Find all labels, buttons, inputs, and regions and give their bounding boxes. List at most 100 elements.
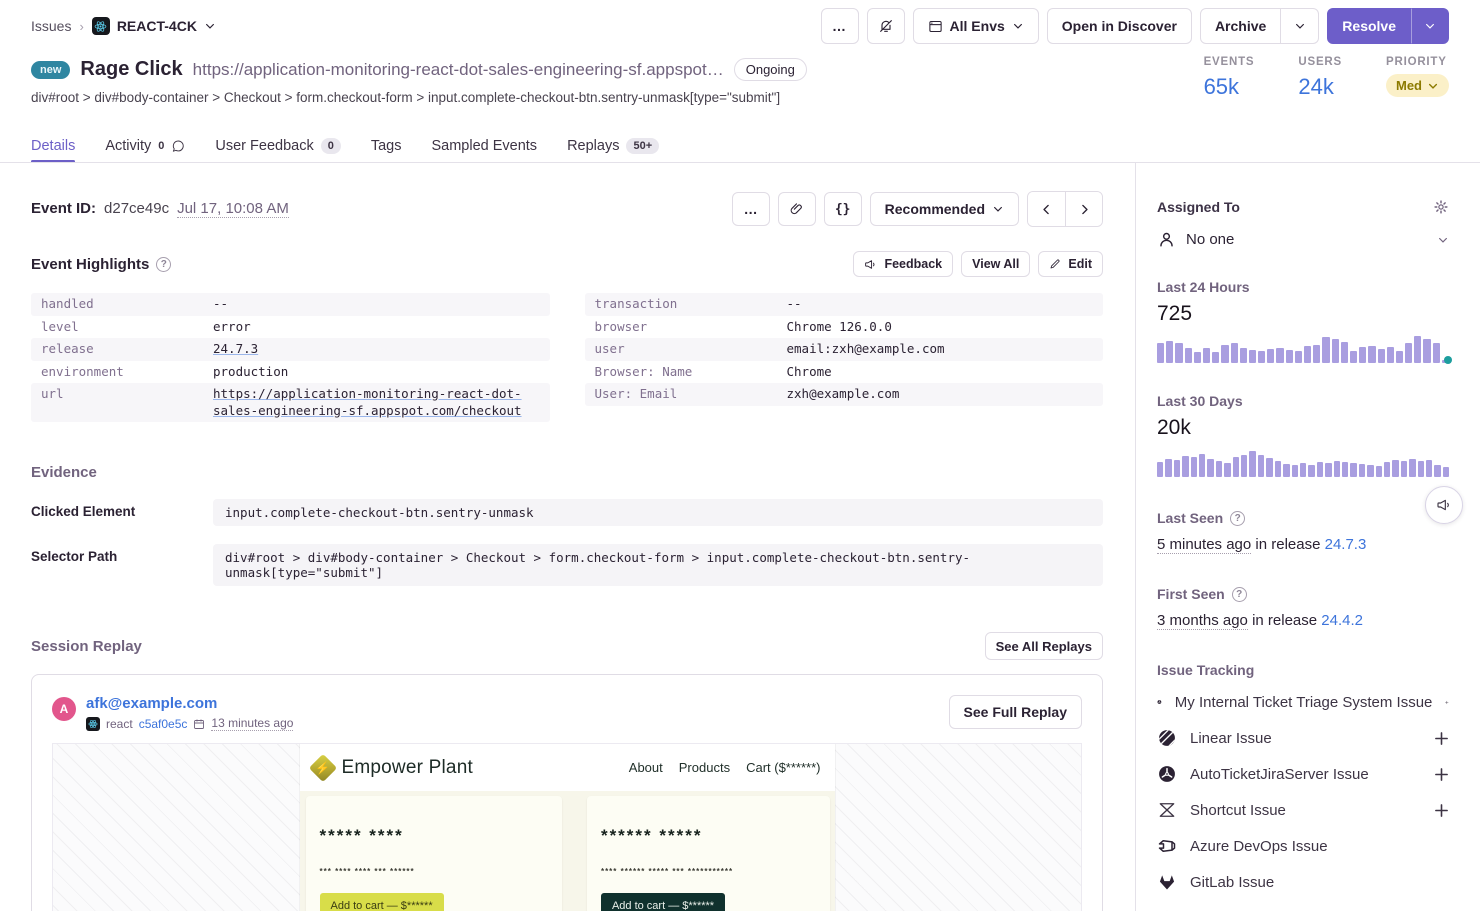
event-json-button[interactable]: {} <box>824 192 862 226</box>
tab-tags-label: Tags <box>371 138 402 154</box>
issue-title: Rage Click <box>80 58 182 81</box>
edit-highlights-button[interactable]: Edit <box>1038 251 1103 277</box>
plus-icon[interactable] <box>1434 803 1449 818</box>
last-seen-header: Last Seen ? <box>1157 510 1449 526</box>
help-icon[interactable]: ? <box>1230 511 1245 526</box>
gear-icon[interactable] <box>1433 199 1449 215</box>
replay-meta-row: react c5af0e5c 13 minutes ago <box>86 716 293 731</box>
main-content: Event ID: d27ce49c Jul 17, 10:08 AM … {}… <box>0 163 1135 911</box>
next-event-button[interactable] <box>1065 192 1102 226</box>
more-actions-button[interactable]: … <box>821 8 859 44</box>
event-highlights-title-group: Event Highlights ? <box>31 256 171 273</box>
resolve-label: Resolve <box>1342 18 1396 34</box>
project-selector[interactable]: REACT-4CK <box>92 17 216 35</box>
replay-time-ago[interactable]: 13 minutes ago <box>211 716 293 731</box>
archive-dropdown-button[interactable] <box>1281 8 1319 44</box>
chevron-down-icon <box>1294 20 1306 32</box>
events-stat-value[interactable]: 65k <box>1204 74 1255 100</box>
help-icon[interactable]: ? <box>1232 587 1247 602</box>
kv-key: level <box>41 319 213 336</box>
tab-sampled-events[interactable]: Sampled Events <box>431 129 537 162</box>
replay-preview[interactable]: Empower Plant About Products Cart ($****… <box>52 743 1082 911</box>
top-bar: Issues › REACT-4CK … All Envs Open in Di… <box>31 8 1449 44</box>
tab-tags[interactable]: Tags <box>371 129 402 162</box>
archive-split-button: Archive <box>1200 8 1319 44</box>
see-full-replay-button[interactable]: See Full Replay <box>949 695 1082 729</box>
kv-key: user <box>595 341 787 358</box>
replay-id-link[interactable]: c5af0e5c <box>139 717 188 731</box>
issue-stats: EVENTS 65k USERS 24k PRIORITY Med <box>1204 56 1449 100</box>
issue-tracking-label: GitLab Issue <box>1190 874 1449 891</box>
tab-user-feedback[interactable]: User Feedback 0 <box>215 129 340 162</box>
kv-key: browser <box>595 319 787 336</box>
mute-notifications-button[interactable] <box>867 8 905 44</box>
first-seen-time[interactable]: 3 months ago <box>1157 612 1248 630</box>
help-icon[interactable]: ? <box>156 257 171 272</box>
event-attachments-button[interactable] <box>778 192 816 226</box>
tab-replays-label: Replays <box>567 138 619 154</box>
kv-value: zxh@example.com <box>787 386 1094 403</box>
table-row: Browser: NameChrome <box>585 361 1104 384</box>
last-seen-release-link[interactable]: 24.7.3 <box>1325 536 1367 553</box>
feedback-button[interactable]: Feedback <box>853 251 953 277</box>
event-id-group: Event ID: d27ce49c Jul 17, 10:08 AM <box>31 200 289 218</box>
tab-replays[interactable]: Replays 50+ <box>567 129 659 162</box>
kv-value: email:zxh@example.com <box>787 341 1094 358</box>
chevron-left-icon <box>1040 203 1053 216</box>
new-badge: new <box>31 61 70 79</box>
view-all-button[interactable]: View All <box>961 251 1030 277</box>
resolve-dropdown-button[interactable] <box>1411 8 1449 44</box>
ellipsis-icon: … <box>744 201 758 217</box>
issue-tracking-item-jira[interactable]: Jira Issue <box>1157 900 1449 911</box>
open-in-discover-button[interactable]: Open in Discover <box>1047 8 1192 44</box>
breadcrumb-separator: › <box>79 19 83 34</box>
chevron-down-icon <box>204 20 216 32</box>
resolve-button[interactable]: Resolve <box>1327 8 1411 44</box>
users-stat-value[interactable]: 24k <box>1298 74 1342 100</box>
first-seen-release-link[interactable]: 24.4.2 <box>1321 612 1363 629</box>
tab-activity[interactable]: Activity 0 <box>105 129 185 162</box>
issue-tracking-label: AutoTicketJiraServer Issue <box>1190 766 1421 783</box>
last-seen-joiner: in release <box>1251 536 1324 553</box>
resolve-split-button: Resolve <box>1327 8 1449 44</box>
tab-details[interactable]: Details <box>31 129 75 162</box>
tab-user-feedback-label: User Feedback <box>215 138 313 154</box>
plus-icon[interactable] <box>1445 695 1449 710</box>
event-sort-dropdown[interactable]: Recommended <box>870 192 1019 226</box>
floating-feedback-button[interactable] <box>1425 486 1463 524</box>
kv-key: transaction <box>595 296 787 313</box>
kv-value: production <box>213 364 540 381</box>
issue-title-line: new Rage Click https://application-monit… <box>31 58 971 81</box>
issue-tracking-item-azure-devops[interactable]: Azure DevOps Issue <box>1157 828 1449 864</box>
breadcrumb: Issues › REACT-4CK <box>31 17 216 35</box>
release-link[interactable]: 24.7.3 <box>213 341 540 358</box>
event-more-button[interactable]: … <box>732 192 770 226</box>
evidence-heading: Evidence <box>31 464 1103 481</box>
archive-button[interactable]: Archive <box>1200 8 1281 44</box>
plus-icon[interactable] <box>1434 731 1449 746</box>
priority-dropdown[interactable]: Med <box>1386 74 1449 97</box>
highlights-table-left: handled-- levelerror release24.7.3 envir… <box>31 293 550 422</box>
issue-tracking-item-autoticket-jiraserver[interactable]: AutoTicketJiraServer Issue <box>1157 756 1449 792</box>
last-seen-time[interactable]: 5 minutes ago <box>1157 536 1251 554</box>
issue-tracking-item-linear[interactable]: Linear Issue <box>1157 720 1449 756</box>
plus-icon[interactable] <box>1434 767 1449 782</box>
assignee-dropdown[interactable]: No one <box>1157 230 1449 249</box>
issue-tracking-item-shortcut[interactable]: Shortcut Issue <box>1157 792 1449 828</box>
tab-details-label: Details <box>31 138 75 154</box>
environment-filter-button[interactable]: All Envs <box>913 8 1039 44</box>
breadcrumb-issues-link[interactable]: Issues <box>31 18 71 34</box>
issue-tracking-item-internal-triage[interactable]: My Internal Ticket Triage System Issue <box>1157 684 1449 720</box>
issue-tabs: Details Activity 0 User Feedback 0 Tags … <box>31 129 659 162</box>
azure-devops-icon <box>1157 836 1177 856</box>
previous-event-button[interactable] <box>1028 192 1065 226</box>
last-30-days-chart <box>1157 449 1449 477</box>
see-all-replays-button[interactable]: See All Replays <box>985 632 1103 660</box>
replay-user-email-link[interactable]: afk@example.com <box>86 695 293 712</box>
last-30-days-heading: Last 30 Days <box>1157 393 1449 409</box>
url-link[interactable]: https://application-monitoring-react-dot… <box>213 386 540 419</box>
event-timestamp[interactable]: Jul 17, 10:08 AM <box>177 200 289 218</box>
kv-key: User: Email <box>595 386 787 403</box>
issue-tracking-label: My Internal Ticket Triage System Issue <box>1175 694 1433 711</box>
issue-tracking-item-gitlab[interactable]: GitLab Issue <box>1157 864 1449 900</box>
